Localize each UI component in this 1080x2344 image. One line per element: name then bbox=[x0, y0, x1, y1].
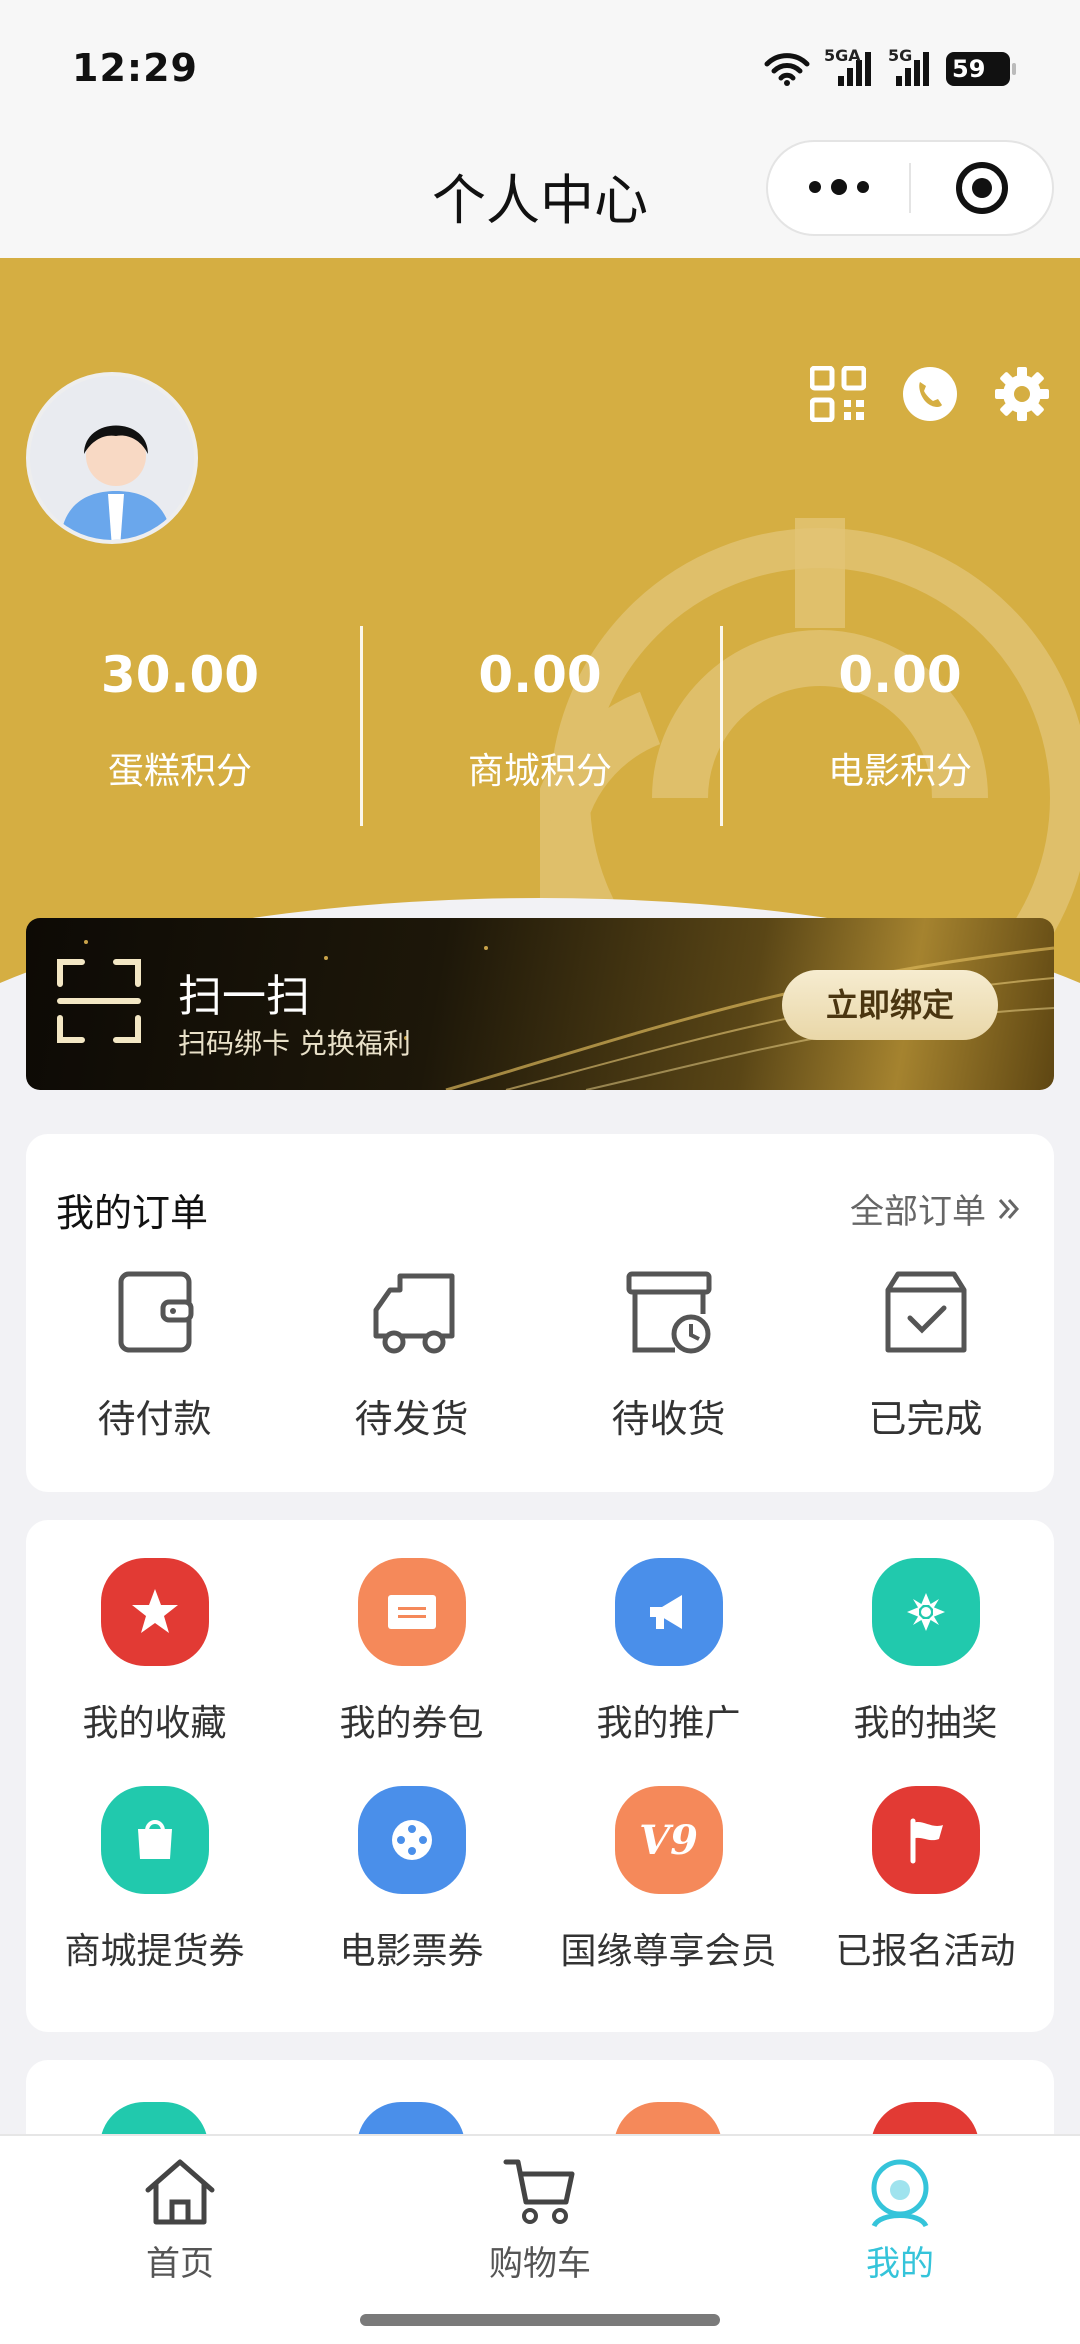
stat-label: 商城积分 bbox=[467, 751, 612, 792]
order-label: 已完成 bbox=[868, 1397, 983, 1441]
double-chevron-right-icon bbox=[998, 1198, 1020, 1219]
service-mall-vouchers[interactable]: 商城提货券 bbox=[26, 1786, 283, 2014]
phone-icon[interactable] bbox=[902, 366, 958, 422]
service-label: 已报名活动 bbox=[835, 1931, 1016, 1972]
tab-home[interactable]: 首页 bbox=[0, 2136, 360, 2286]
home-icon bbox=[145, 2159, 215, 2225]
tab-label: 我的 bbox=[866, 2244, 934, 2284]
order-label: 待发货 bbox=[354, 1397, 469, 1441]
avatar[interactable] bbox=[26, 372, 198, 544]
all-orders-link[interactable]: 全部订单 bbox=[850, 1184, 1022, 1233]
v9-icon: V9 bbox=[614, 1786, 723, 1894]
shopping-bag-icon bbox=[100, 1786, 209, 1894]
stat-label: 电影积分 bbox=[827, 751, 972, 792]
v9-badge: V9 bbox=[639, 1816, 698, 1864]
service-promotion[interactable]: 我的推广 bbox=[540, 1558, 797, 1786]
order-pending-shipment[interactable]: 待发货 bbox=[283, 1264, 540, 1443]
tab-label: 首页 bbox=[146, 2244, 214, 2284]
wifi-icon bbox=[764, 53, 810, 86]
film-reel-icon bbox=[357, 1786, 466, 1894]
profile-header: 30.00 蛋糕积分 0.00 商城积分 0.00 电影积分 bbox=[0, 258, 1080, 1020]
mini-program-capsule bbox=[766, 140, 1054, 236]
status-bar: 12:29 5GA 5G 59 bbox=[0, 0, 1080, 140]
scan-subtitle: 扫码绑卡 兑换福利 bbox=[178, 1027, 411, 1060]
stat-value: 30.00 bbox=[100, 646, 260, 704]
header-actions bbox=[809, 365, 1050, 423]
megaphone-icon bbox=[614, 1558, 723, 1666]
clock-box-icon bbox=[626, 1271, 711, 1354]
check-box-icon bbox=[885, 1271, 966, 1353]
service-coupons[interactable]: 我的券包 bbox=[283, 1558, 540, 1786]
service-label: 我的券包 bbox=[339, 1703, 484, 1744]
cell-signal-icon: 5GA bbox=[824, 46, 874, 86]
service-label: 国缘尊享会员 bbox=[560, 1931, 777, 1972]
tab-cart[interactable]: 购物车 bbox=[360, 2136, 720, 2286]
points-stats: 30.00 蛋糕积分 0.00 商城积分 0.00 电影积分 bbox=[0, 626, 1080, 826]
orders-card: 我的订单 全部订单 待付款 待发货 待收货 已完成 bbox=[26, 1134, 1054, 1492]
nav-bar: 个人中心 bbox=[0, 140, 1080, 258]
all-orders-label: 全部订单 bbox=[850, 1192, 986, 1232]
scan-title: 扫一扫 bbox=[178, 971, 310, 1022]
order-pending-payment[interactable]: 待付款 bbox=[26, 1264, 283, 1443]
order-status-row: 待付款 待发货 待收货 已完成 bbox=[26, 1264, 1054, 1443]
order-pending-receipt[interactable]: 待收货 bbox=[540, 1264, 797, 1443]
scan-frame-icon bbox=[57, 959, 141, 1043]
service-registered-events[interactable]: 已报名活动 bbox=[797, 1786, 1054, 2014]
tab-profile[interactable]: 我的 bbox=[720, 2136, 1080, 2286]
services-grid: 我的收藏 我的券包 我的推广 我的抽奖 商城提货券 电影票券 V9 国缘尊享会员… bbox=[26, 1558, 1054, 2014]
order-label: 待收货 bbox=[611, 1397, 726, 1441]
stat-value: 0.00 bbox=[838, 646, 962, 704]
gear-icon[interactable] bbox=[994, 366, 1050, 422]
battery-indicator: 59 bbox=[946, 52, 1016, 86]
flag-icon bbox=[871, 1786, 980, 1894]
orders-title: 我的订单 bbox=[56, 1191, 209, 1235]
stat-value: 0.00 bbox=[478, 646, 602, 704]
bottom-tab-bar: 首页 购物车 我的 bbox=[0, 2134, 1080, 2344]
cart-icon bbox=[503, 2159, 575, 2224]
more-dots-icon[interactable] bbox=[768, 179, 909, 195]
home-indicator bbox=[360, 2314, 720, 2326]
tab-label: 购物车 bbox=[489, 2244, 591, 2284]
star-icon bbox=[100, 1558, 209, 1666]
target-circle-icon[interactable] bbox=[911, 160, 1052, 216]
pinwheel-icon bbox=[871, 1558, 980, 1666]
bind-now-button[interactable]: 立即绑定 bbox=[782, 970, 998, 1040]
service-label: 我的收藏 bbox=[82, 1703, 227, 1744]
stat-cake-points[interactable]: 30.00 蛋糕积分 bbox=[0, 626, 360, 826]
services-card: 我的收藏 我的券包 我的推广 我的抽奖 商城提货券 电影票券 V9 国缘尊享会员… bbox=[26, 1520, 1054, 2032]
profile-icon bbox=[871, 2159, 929, 2228]
service-vip-member[interactable]: V9 国缘尊享会员 bbox=[540, 1786, 797, 2014]
service-label: 电影票券 bbox=[339, 1931, 484, 1972]
truck-icon bbox=[373, 1273, 454, 1354]
wallet-icon bbox=[118, 1271, 193, 1353]
scan-banner[interactable]: 扫一扫 扫码绑卡 兑换福利 立即绑定 bbox=[26, 918, 1054, 1090]
order-label: 待付款 bbox=[97, 1397, 212, 1441]
service-label: 商城提货券 bbox=[64, 1931, 245, 1972]
cell-signal-icon: 5G bbox=[888, 46, 932, 86]
order-completed[interactable]: 已完成 bbox=[797, 1264, 1054, 1443]
coupon-icon bbox=[357, 1558, 466, 1666]
service-movie-tickets[interactable]: 电影票券 bbox=[283, 1786, 540, 2014]
service-favorites[interactable]: 我的收藏 bbox=[26, 1558, 283, 1786]
stat-mall-points[interactable]: 0.00 商城积分 bbox=[360, 626, 720, 826]
service-label: 我的抽奖 bbox=[853, 1703, 998, 1744]
service-label: 我的推广 bbox=[596, 1703, 741, 1744]
stat-movie-points[interactable]: 0.00 电影积分 bbox=[720, 626, 1080, 826]
status-indicators: 5GA 5G 59 bbox=[764, 46, 1016, 86]
service-lottery[interactable]: 我的抽奖 bbox=[797, 1558, 1054, 1786]
stat-label: 蛋糕积分 bbox=[107, 751, 252, 792]
status-time: 12:29 bbox=[72, 46, 198, 90]
qrcode-icon[interactable] bbox=[809, 365, 867, 423]
